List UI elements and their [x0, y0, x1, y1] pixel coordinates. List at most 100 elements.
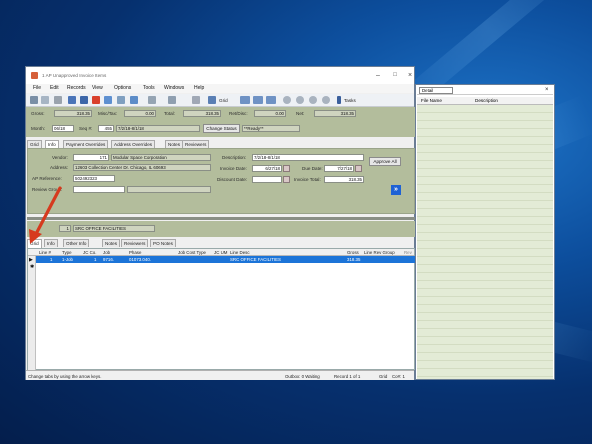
cell-line[interactable]: 1 — [50, 257, 52, 262]
vendor-label: Vendor: — [52, 155, 68, 160]
column-file-name[interactable]: File Name — [421, 98, 442, 103]
column-jc-um[interactable]: JC UM — [214, 250, 227, 255]
calendar-icon[interactable] — [355, 165, 362, 172]
column-line[interactable]: Line # — [39, 250, 51, 255]
cell-jc-co[interactable]: 1 — [94, 257, 96, 262]
back-icon[interactable] — [30, 96, 38, 104]
menu-records[interactable]: Records — [67, 85, 86, 91]
layout-3-icon[interactable] — [266, 96, 276, 104]
tasks-icon — [337, 96, 341, 104]
delete-icon[interactable] — [92, 96, 100, 104]
menu-windows[interactable]: Windows — [164, 85, 184, 91]
column-type[interactable]: Type — [62, 250, 72, 255]
close-button[interactable]: × — [402, 70, 418, 81]
search-icon[interactable] — [117, 96, 125, 104]
next-page-icon[interactable]: » — [391, 185, 401, 195]
report-icon[interactable] — [148, 96, 156, 104]
forward-icon[interactable] — [41, 96, 49, 104]
save-icon[interactable] — [80, 96, 88, 104]
column-line-desc[interactable]: Line Desc — [230, 250, 250, 255]
seq-field[interactable]: 455 — [98, 125, 114, 132]
line-tab-reviewers[interactable]: Reviewers — [121, 239, 149, 247]
attach-icon[interactable] — [130, 96, 138, 104]
cell-job[interactable]: 9716. — [103, 257, 114, 262]
cell-phase[interactable]: 01073.040. — [129, 257, 151, 262]
previous-record-icon[interactable] — [296, 96, 304, 104]
title-bar[interactable]: 1 AP Unapproved Invoice Items – □ × — [26, 67, 414, 84]
maximize-button[interactable]: □ — [387, 70, 403, 81]
menu-help[interactable]: Help — [194, 85, 204, 91]
tab-grid[interactable]: Grid — [27, 140, 42, 148]
tools-icon[interactable] — [192, 96, 200, 104]
vendor-number-field[interactable]: 171 — [73, 154, 109, 161]
column-job[interactable]: Job — [103, 250, 110, 255]
grid-dropdown[interactable]: Grid — [219, 98, 228, 103]
line-tab-notes[interactable]: Notes — [102, 239, 121, 247]
line-tab-grid[interactable]: Grid — [27, 239, 42, 248]
calendar-icon[interactable] — [283, 165, 290, 172]
first-record-icon[interactable] — [283, 96, 291, 104]
column-jc-co[interactable]: JC Co. — [83, 250, 96, 255]
cell-gross[interactable]: 318.35 — [347, 257, 360, 262]
menu-tools[interactable]: Tools — [143, 85, 155, 91]
view-mode: Grid — [379, 374, 388, 379]
month-field[interactable]: 06/18 — [52, 125, 74, 132]
menu-view[interactable]: View — [92, 85, 103, 91]
grid-view-icon[interactable] — [208, 96, 216, 104]
next-record-icon[interactable] — [309, 96, 317, 104]
tab-address-overrides[interactable]: Address Overrides — [111, 140, 156, 148]
column-rev[interactable]: Rev — [404, 250, 412, 255]
column-description[interactable]: Description — [475, 98, 498, 103]
tasks-button[interactable]: Tasks — [344, 98, 356, 103]
gross-label: Gross: — [31, 111, 45, 116]
refresh-icon[interactable] — [104, 96, 112, 104]
change-status-button[interactable]: Change Status — [203, 124, 240, 133]
status-field: **Ready** — [242, 125, 300, 132]
cell-line-desc[interactable]: SRC OFFICE FACILITIES — [230, 257, 281, 262]
line-tab-other-info[interactable]: Other Info — [63, 239, 90, 247]
header-tabs: Grid Info Payment Overrides Address Over… — [27, 140, 415, 149]
line-number-field: 1 — [59, 225, 71, 232]
info-pane: Vendor: 171 Modular Space Corporation Ad… — [27, 148, 415, 214]
cell-type[interactable]: 1-Job — [62, 257, 73, 262]
column-gross[interactable]: Gross — [347, 250, 359, 255]
splitter[interactable] — [27, 217, 415, 220]
column-phase[interactable]: Phase — [129, 250, 141, 255]
app-icon — [31, 72, 38, 79]
lookup-icon[interactable] — [168, 96, 176, 104]
invoice-date-field[interactable]: 6/27/18 — [252, 165, 282, 172]
menu-edit[interactable]: Edit — [50, 85, 59, 91]
line-tab-po-notes[interactable]: PO Notes — [150, 239, 176, 247]
layout-1-icon[interactable] — [240, 96, 250, 104]
discount-date-field[interactable] — [252, 176, 282, 183]
menu-file[interactable]: File — [33, 85, 41, 91]
print-icon[interactable] — [54, 96, 62, 104]
tab-reviewers[interactable]: Reviewers — [182, 140, 210, 148]
invoice-date-label: Invoice Date: — [220, 166, 247, 171]
menu-bar: File Edit Records View Options Tools Win… — [26, 84, 414, 93]
line-header-pane: 1 SRC OFFICE FACILITIES — [27, 221, 415, 237]
review-group-field[interactable] — [73, 186, 125, 193]
column-line-rev-group[interactable]: Line Rev Group — [364, 250, 395, 255]
minimize-button[interactable]: – — [370, 70, 386, 81]
column-job-cost-type[interactable]: Job Cost Type — [178, 250, 206, 255]
detail-dropdown[interactable]: Detail — [419, 87, 453, 94]
last-record-icon[interactable] — [322, 96, 330, 104]
due-date-label: Due Date: — [302, 166, 323, 171]
approve-all-button[interactable]: Approve All — [369, 157, 401, 166]
calendar-icon[interactable] — [283, 176, 290, 183]
invoice-total-field[interactable]: 318.35 — [324, 176, 364, 183]
company-number: Co#: 1 — [392, 374, 405, 379]
retdisc-label: Ret/Disc: — [229, 111, 248, 116]
tab-payment-overrides[interactable]: Payment Overrides — [63, 140, 109, 148]
menu-options[interactable]: Options — [114, 85, 131, 91]
lines-grid: Line # Type JC Co. Job Phase Job Cost Ty… — [27, 248, 416, 371]
close-panel-icon[interactable]: × — [545, 87, 549, 93]
tab-notes[interactable]: Notes — [165, 140, 184, 148]
new-record-icon[interactable] — [68, 96, 76, 104]
ap-reference-field[interactable]: 502492323 — [73, 175, 115, 182]
line-tab-info[interactable]: Info — [44, 239, 58, 247]
layout-2-icon[interactable] — [253, 96, 263, 104]
due-date-field[interactable]: 7/27/18 — [324, 165, 354, 172]
description-field[interactable]: 7/2/18-8/1/18 — [252, 154, 364, 161]
